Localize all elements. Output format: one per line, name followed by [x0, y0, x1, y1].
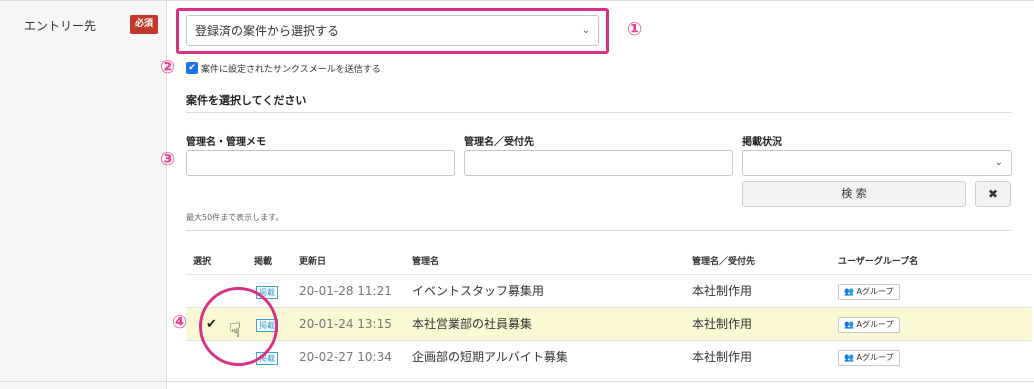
dest-input[interactable]	[464, 150, 733, 176]
header-select: 選択	[193, 257, 212, 267]
status-select[interactable]: ⌄	[742, 150, 1012, 176]
thanks-mail-checkbox[interactable]: ✔	[186, 62, 198, 74]
memo-input[interactable]	[186, 150, 455, 176]
annotation-number-2: ②	[160, 57, 176, 78]
users-icon: 👥	[844, 353, 854, 362]
group-name: Aグループ	[856, 287, 894, 296]
annotation-number-3: ③	[160, 149, 176, 170]
search-button[interactable]: 検 索	[742, 181, 966, 207]
group-badge: 👥 Aグループ	[838, 317, 900, 333]
clear-button[interactable]: ✖	[975, 181, 1011, 207]
entry-label: エントリー先	[24, 19, 97, 33]
annotation-number-4: ④	[172, 312, 188, 333]
job-name: イベントスタッフ募集用	[412, 284, 545, 298]
divider	[186, 112, 1012, 113]
job-name: 本社営業部の社員募集	[412, 317, 533, 331]
table-row-selected[interactable]: ✔ 掲載 20-01-24 13:15 本社営業部の社員募集 本社制作用 👥 A…	[186, 307, 1032, 340]
status-label: 掲載状況	[742, 137, 782, 148]
required-badge: 必須	[130, 15, 158, 34]
destination: 本社制作用	[692, 317, 753, 331]
destination: 本社制作用	[692, 350, 753, 364]
header-updated: 更新日	[299, 257, 327, 267]
group-name: Aグループ	[856, 320, 894, 329]
group-badge: 👥 Aグループ	[838, 350, 900, 366]
section-title: 案件を選択してください	[186, 94, 307, 107]
group-name: Aグループ	[856, 353, 894, 362]
form-label-column	[0, 0, 167, 389]
dest-label: 管理名／受付先	[464, 137, 534, 148]
divider	[186, 230, 1012, 231]
job-name: 企画部の短期アルバイト募集	[412, 350, 568, 364]
table-row[interactable]: 掲載 20-02-27 10:34 企画部の短期アルバイト募集 本社制作用 👥 …	[186, 340, 1032, 373]
entry-select[interactable]: 登録済の案件から選択する ⌄	[186, 15, 599, 46]
divider	[0, 0, 1034, 1]
checkmark-icon: ✔	[188, 63, 196, 73]
max-results-note: 最大50件まで表示します。	[186, 213, 284, 222]
annotation-number-1: ①	[627, 19, 643, 40]
table-row[interactable]: 掲載 20-01-28 11:21 イベントスタッフ募集用 本社制作用 👥 Aグ…	[186, 274, 1032, 307]
divider	[0, 381, 1034, 382]
hand-pointer-icon: ☟	[229, 318, 242, 342]
entry-select-value: 登録済の案件から選択する	[195, 24, 340, 38]
memo-label: 管理名・管理メモ	[186, 137, 266, 148]
group-badge: 👥 Aグループ	[838, 284, 900, 300]
header-name: 管理名	[412, 257, 440, 267]
header-status: 掲載	[254, 257, 273, 267]
chevron-down-icon: ⌄	[994, 157, 1003, 168]
thanks-mail-label: 案件に設定されたサンクスメールを送信する	[201, 65, 381, 75]
header-group: ユーザーグループ名	[838, 257, 919, 267]
users-icon: 👥	[844, 287, 854, 296]
updated-date: 20-01-28 11:21	[299, 284, 392, 298]
users-icon: 👥	[844, 320, 854, 329]
destination: 本社制作用	[692, 284, 753, 298]
updated-date: 20-02-27 10:34	[299, 350, 392, 364]
updated-date: 20-01-24 13:15	[299, 317, 392, 331]
chevron-down-icon: ⌄	[581, 25, 590, 36]
header-dest: 管理名／受付先	[692, 257, 756, 267]
